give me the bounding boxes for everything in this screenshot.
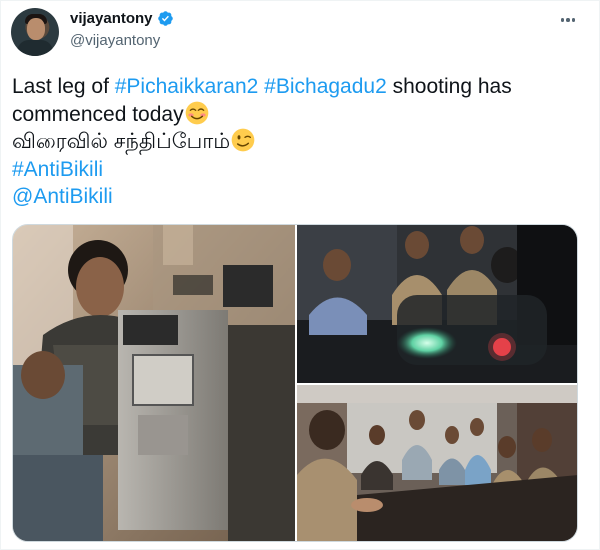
hashtag-bichagadu2[interactable]: #Bichagadu2 xyxy=(264,75,387,98)
verified-badge-icon xyxy=(157,11,173,26)
tweet-card: vijayantony @vijayantony Last leg of #Pi… xyxy=(0,0,600,550)
author-name-row: vijayantony xyxy=(70,10,174,27)
media-grid xyxy=(12,224,578,542)
smiling-face-emoji xyxy=(185,101,208,124)
camera-crew-photo[interactable] xyxy=(13,225,295,541)
winking-face-emoji xyxy=(231,128,255,152)
avatar[interactable] xyxy=(11,8,59,56)
tweet-line-3: விரைவில் சந்திப்போம் xyxy=(12,128,592,156)
more-options-icon xyxy=(560,18,565,22)
more-options-button[interactable] xyxy=(557,10,579,30)
mention-antibikili[interactable]: @AntiBikili xyxy=(12,185,113,208)
tweet-line-1: Last leg of #Pichaikkaran2 #Bichagadu2 s… xyxy=(12,75,512,98)
conference-room-scene-photo[interactable] xyxy=(297,385,577,541)
hashtag-antibikili[interactable]: #AntiBikili xyxy=(12,158,103,181)
tweet-line-5: @AntiBikili xyxy=(12,183,592,211)
author-handle[interactable]: @vijayantony xyxy=(70,32,160,49)
author-display-name[interactable]: vijayantony xyxy=(70,10,153,27)
tweet-line-4: #AntiBikili xyxy=(12,156,592,184)
hashtag-pichaikkaran2[interactable]: #Pichaikkaran2 xyxy=(115,75,259,98)
police-officers-scene-photo[interactable] xyxy=(297,225,577,383)
tweet-text: Last leg of #Pichaikkaran2 #Bichagadu2 s… xyxy=(12,73,592,211)
tweet-line-2: commenced today xyxy=(12,101,592,129)
